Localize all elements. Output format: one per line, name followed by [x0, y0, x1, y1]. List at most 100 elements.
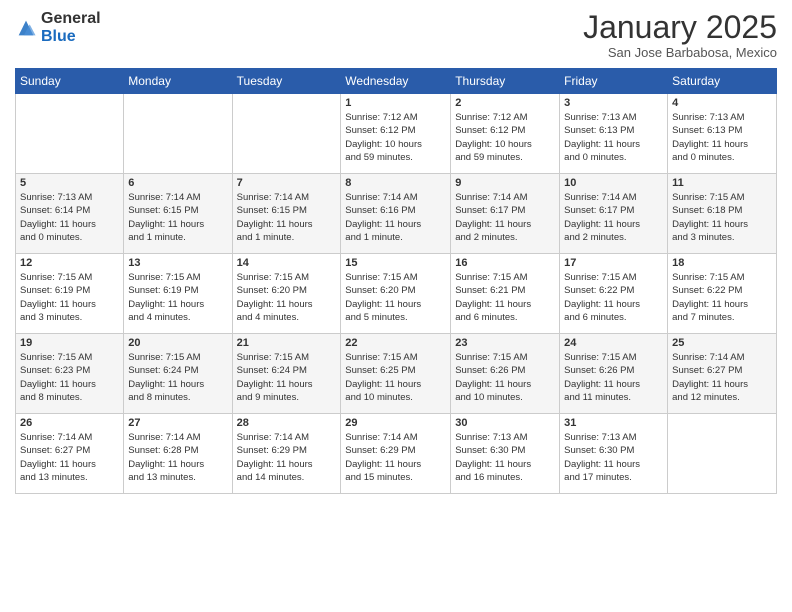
- day-info: Sunrise: 7:15 AM Sunset: 6:24 PM Dayligh…: [128, 351, 227, 404]
- day-number: 14: [237, 257, 337, 269]
- header-saturday: Saturday: [668, 69, 777, 94]
- location: San Jose Barbabosa, Mexico: [583, 45, 777, 60]
- day-info: Sunrise: 7:12 AM Sunset: 6:12 PM Dayligh…: [455, 111, 555, 164]
- day-number: 22: [345, 337, 446, 349]
- table-cell: 24 Sunrise: 7:15 AM Sunset: 6:26 PM Dayli…: [560, 334, 668, 414]
- day-number: 28: [237, 417, 337, 429]
- header-thursday: Thursday: [451, 69, 560, 94]
- day-info: Sunrise: 7:14 AM Sunset: 6:27 PM Dayligh…: [672, 351, 772, 404]
- table-cell: 3 Sunrise: 7:13 AM Sunset: 6:13 PM Daylig…: [560, 94, 668, 174]
- table-cell: 25 Sunrise: 7:14 AM Sunset: 6:27 PM Dayli…: [668, 334, 777, 414]
- day-info: Sunrise: 7:15 AM Sunset: 6:26 PM Dayligh…: [455, 351, 555, 404]
- day-info: Sunrise: 7:13 AM Sunset: 6:30 PM Dayligh…: [564, 431, 663, 484]
- day-number: 8: [345, 177, 446, 189]
- day-number: 1: [345, 97, 446, 109]
- week-row-1: 5 Sunrise: 7:13 AM Sunset: 6:14 PM Daylig…: [16, 174, 777, 254]
- header-tuesday: Tuesday: [232, 69, 341, 94]
- day-info: Sunrise: 7:15 AM Sunset: 6:22 PM Dayligh…: [564, 271, 663, 324]
- day-info: Sunrise: 7:14 AM Sunset: 6:15 PM Dayligh…: [237, 191, 337, 244]
- day-info: Sunrise: 7:15 AM Sunset: 6:23 PM Dayligh…: [20, 351, 119, 404]
- day-number: 3: [564, 97, 663, 109]
- day-number: 6: [128, 177, 227, 189]
- day-number: 5: [20, 177, 119, 189]
- day-info: Sunrise: 7:14 AM Sunset: 6:16 PM Dayligh…: [345, 191, 446, 244]
- table-cell: 2 Sunrise: 7:12 AM Sunset: 6:12 PM Daylig…: [451, 94, 560, 174]
- week-row-2: 12 Sunrise: 7:15 AM Sunset: 6:19 PM Dayli…: [16, 254, 777, 334]
- logo-text: General Blue: [41, 10, 101, 45]
- header-friday: Friday: [560, 69, 668, 94]
- table-cell: 20Sunrise: 7:15 AM Sunset: 6:24 PM Dayli…: [124, 334, 232, 414]
- day-number: 30: [455, 417, 555, 429]
- day-info: Sunrise: 7:14 AM Sunset: 6:17 PM Dayligh…: [564, 191, 663, 244]
- logo: General Blue: [15, 10, 101, 45]
- table-cell: 31 Sunrise: 7:13 AM Sunset: 6:30 PM Dayli…: [560, 414, 668, 494]
- table-cell: [16, 94, 124, 174]
- table-cell: 12 Sunrise: 7:15 AM Sunset: 6:19 PM Dayli…: [16, 254, 124, 334]
- title-area: January 2025 San Jose Barbabosa, Mexico: [583, 10, 777, 60]
- day-number: 12: [20, 257, 119, 269]
- day-info: Sunrise: 7:15 AM Sunset: 6:22 PM Dayligh…: [672, 271, 772, 324]
- day-number: 25: [672, 337, 772, 349]
- day-info: Sunrise: 7:15 AM Sunset: 6:19 PM Dayligh…: [20, 271, 119, 324]
- header-monday: Monday: [124, 69, 232, 94]
- day-info: Sunrise: 7:13 AM Sunset: 6:30 PM Dayligh…: [455, 431, 555, 484]
- table-cell: 4Sunrise: 7:13 AM Sunset: 6:13 PM Daylig…: [668, 94, 777, 174]
- table-cell: 7 Sunrise: 7:14 AM Sunset: 6:15 PM Daylig…: [232, 174, 341, 254]
- week-row-4: 26Sunrise: 7:14 AM Sunset: 6:27 PM Dayli…: [16, 414, 777, 494]
- day-number: 4: [672, 97, 772, 109]
- table-cell: 13Sunrise: 7:15 AM Sunset: 6:19 PM Dayli…: [124, 254, 232, 334]
- day-info: Sunrise: 7:15 AM Sunset: 6:20 PM Dayligh…: [237, 271, 337, 324]
- day-number: 21: [237, 337, 337, 349]
- day-number: 10: [564, 177, 663, 189]
- table-cell: 10 Sunrise: 7:14 AM Sunset: 6:17 PM Dayli…: [560, 174, 668, 254]
- table-cell: [124, 94, 232, 174]
- table-cell: 21 Sunrise: 7:15 AM Sunset: 6:24 PM Dayli…: [232, 334, 341, 414]
- day-number: 7: [237, 177, 337, 189]
- day-info: Sunrise: 7:15 AM Sunset: 6:26 PM Dayligh…: [564, 351, 663, 404]
- day-info: Sunrise: 7:15 AM Sunset: 6:19 PM Dayligh…: [128, 271, 227, 324]
- day-info: Sunrise: 7:12 AM Sunset: 6:12 PM Dayligh…: [345, 111, 446, 164]
- page: General Blue January 2025 San Jose Barba…: [0, 0, 792, 612]
- table-cell: 28 Sunrise: 7:14 AM Sunset: 6:29 PM Dayli…: [232, 414, 341, 494]
- table-cell: 19 Sunrise: 7:15 AM Sunset: 6:23 PM Dayli…: [16, 334, 124, 414]
- table-cell: 23Sunrise: 7:15 AM Sunset: 6:26 PM Dayli…: [451, 334, 560, 414]
- day-number: 26: [20, 417, 119, 429]
- table-cell: 17Sunrise: 7:15 AM Sunset: 6:22 PM Dayli…: [560, 254, 668, 334]
- table-cell: 26Sunrise: 7:14 AM Sunset: 6:27 PM Dayli…: [16, 414, 124, 494]
- day-info: Sunrise: 7:13 AM Sunset: 6:14 PM Dayligh…: [20, 191, 119, 244]
- day-number: 15: [345, 257, 446, 269]
- day-info: Sunrise: 7:15 AM Sunset: 6:24 PM Dayligh…: [237, 351, 337, 404]
- day-info: Sunrise: 7:14 AM Sunset: 6:17 PM Dayligh…: [455, 191, 555, 244]
- day-info: Sunrise: 7:14 AM Sunset: 6:29 PM Dayligh…: [237, 431, 337, 484]
- day-number: 19: [20, 337, 119, 349]
- week-row-3: 19 Sunrise: 7:15 AM Sunset: 6:23 PM Dayli…: [16, 334, 777, 414]
- logo-blue: Blue: [41, 28, 101, 46]
- day-number: 2: [455, 97, 555, 109]
- header-row: Sunday Monday Tuesday Wednesday Thursday…: [16, 69, 777, 94]
- day-info: Sunrise: 7:14 AM Sunset: 6:28 PM Dayligh…: [128, 431, 227, 484]
- day-info: Sunrise: 7:13 AM Sunset: 6:13 PM Dayligh…: [564, 111, 663, 164]
- table-cell: 14 Sunrise: 7:15 AM Sunset: 6:20 PM Dayli…: [232, 254, 341, 334]
- table-cell: 18 Sunrise: 7:15 AM Sunset: 6:22 PM Dayli…: [668, 254, 777, 334]
- day-info: Sunrise: 7:14 AM Sunset: 6:29 PM Dayligh…: [345, 431, 446, 484]
- day-number: 16: [455, 257, 555, 269]
- day-number: 11: [672, 177, 772, 189]
- table-cell: 8 Sunrise: 7:14 AM Sunset: 6:16 PM Daylig…: [341, 174, 451, 254]
- day-number: 31: [564, 417, 663, 429]
- table-cell: 5 Sunrise: 7:13 AM Sunset: 6:14 PM Daylig…: [16, 174, 124, 254]
- day-info: Sunrise: 7:15 AM Sunset: 6:21 PM Dayligh…: [455, 271, 555, 324]
- day-info: Sunrise: 7:15 AM Sunset: 6:25 PM Dayligh…: [345, 351, 446, 404]
- table-cell: 11 Sunrise: 7:15 AM Sunset: 6:18 PM Dayli…: [668, 174, 777, 254]
- logo-general: General: [41, 10, 101, 28]
- day-info: Sunrise: 7:15 AM Sunset: 6:20 PM Dayligh…: [345, 271, 446, 324]
- table-cell: 15 Sunrise: 7:15 AM Sunset: 6:20 PM Dayli…: [341, 254, 451, 334]
- table-cell: 27Sunrise: 7:14 AM Sunset: 6:28 PM Dayli…: [124, 414, 232, 494]
- header: General Blue January 2025 San Jose Barba…: [15, 10, 777, 60]
- day-number: 18: [672, 257, 772, 269]
- day-number: 24: [564, 337, 663, 349]
- day-info: Sunrise: 7:15 AM Sunset: 6:18 PM Dayligh…: [672, 191, 772, 244]
- table-cell: [232, 94, 341, 174]
- table-cell: 16 Sunrise: 7:15 AM Sunset: 6:21 PM Dayli…: [451, 254, 560, 334]
- table-cell: 22 Sunrise: 7:15 AM Sunset: 6:25 PM Dayli…: [341, 334, 451, 414]
- day-number: 29: [345, 417, 446, 429]
